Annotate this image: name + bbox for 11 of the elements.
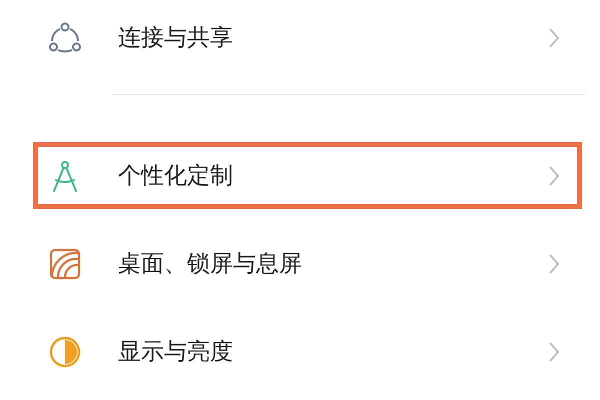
settings-item[interactable]: 桌面、锁屏与息屏 xyxy=(33,230,582,297)
wallpaper-icon xyxy=(48,246,82,280)
display-icon xyxy=(48,334,82,368)
chevron-icon xyxy=(548,340,560,362)
share-icon xyxy=(48,20,82,54)
settings-item[interactable]: 个性化定制 xyxy=(33,142,582,209)
settings-item[interactable]: 显示与亮度 xyxy=(33,318,582,385)
chevron-icon xyxy=(548,26,560,48)
chevron-icon xyxy=(548,164,560,186)
settings-item[interactable]: 连接与共享 xyxy=(33,4,582,71)
chevron-icon xyxy=(548,252,560,274)
